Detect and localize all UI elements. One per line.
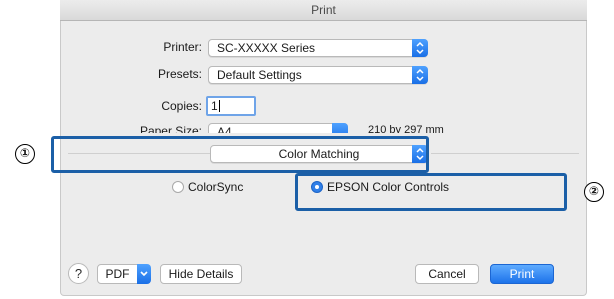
text-cursor: [218, 100, 220, 112]
printer-popup[interactable]: SC-XXXXX Series: [208, 39, 428, 57]
printer-label: Printer:: [163, 40, 202, 54]
callout-box-1: [51, 136, 429, 173]
radio-colorsync[interactable]: ColorSync: [172, 180, 243, 194]
popup-arrows-icon: [332, 123, 348, 133]
print-button[interactable]: Print: [490, 264, 554, 284]
copies-value: 1: [211, 99, 218, 113]
hide-details-button[interactable]: Hide Details: [160, 264, 242, 284]
paper-size-value: A4: [217, 125, 232, 133]
printer-value: SC-XXXXX Series: [217, 41, 316, 55]
pdf-button[interactable]: PDF: [97, 264, 138, 284]
paper-size-label: Paper Size:: [139, 124, 202, 133]
separator-right: [431, 153, 579, 154]
paper-size-row: Paper Size: A4: [120, 121, 380, 133]
radio-colorsync-label: ColorSync: [188, 180, 244, 194]
callout-number-1: ①: [15, 144, 35, 164]
presets-label: Presets:: [157, 67, 202, 81]
presets-popup[interactable]: Default Settings: [208, 66, 428, 84]
help-button[interactable]: ?: [68, 263, 89, 284]
copies-label: Copies:: [161, 99, 202, 113]
pdf-menu-button[interactable]: [137, 264, 151, 284]
radio-off-icon: [172, 181, 184, 193]
presets-value: Default Settings: [217, 68, 302, 82]
paper-dimensions: 210 by 297 mm: [368, 124, 444, 133]
callout-number-2: ②: [584, 182, 604, 202]
popup-arrows-icon: [412, 39, 428, 57]
popup-arrows-icon: [412, 66, 428, 84]
callout-box-2: [295, 173, 567, 211]
cancel-button[interactable]: Cancel: [415, 264, 479, 284]
chevron-down-icon: [140, 271, 148, 277]
copies-field[interactable]: 1: [206, 96, 256, 116]
paper-size-popup[interactable]: A4: [208, 123, 348, 133]
window-title: Print: [60, 0, 587, 21]
